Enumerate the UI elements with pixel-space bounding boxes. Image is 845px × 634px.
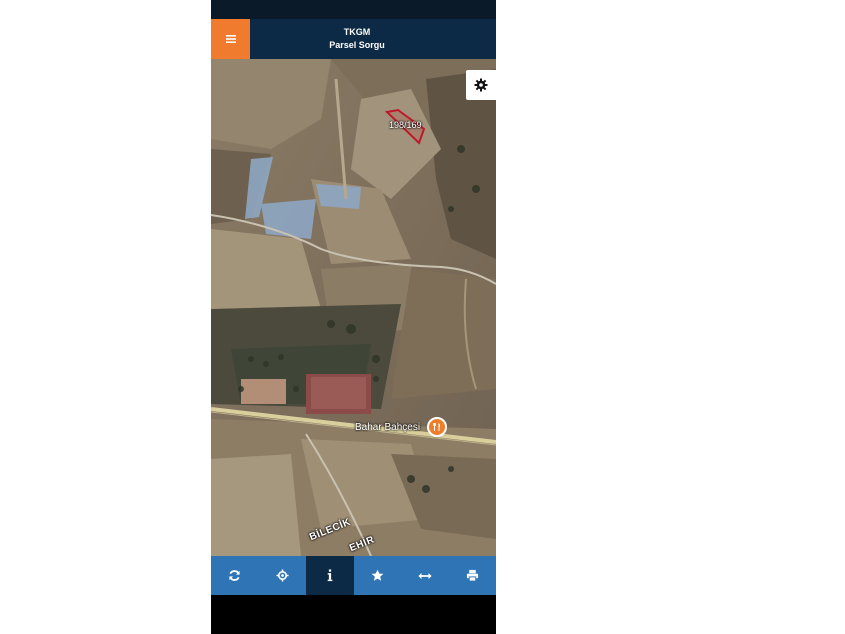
status-bar — [211, 0, 496, 19]
locate-button[interactable] — [259, 556, 307, 595]
system-navigation-bar — [211, 595, 496, 634]
app-title: TKGM — [343, 27, 371, 37]
info-button[interactable] — [306, 556, 354, 595]
hamburger-menu-icon — [225, 35, 236, 43]
measure-button[interactable] — [401, 556, 449, 595]
fork-knife-icon — [433, 423, 441, 431]
refresh-button[interactable] — [211, 556, 259, 595]
gear-icon — [474, 78, 488, 92]
satellite-imagery — [211, 59, 496, 556]
bottom-toolbar — [211, 556, 496, 595]
refresh-icon — [229, 570, 240, 581]
satellite-map[interactable]: 198/169 Bahar Bahçesi BİLECİK EHİR — [211, 59, 496, 556]
print-icon — [466, 569, 478, 582]
info-icon — [327, 569, 333, 582]
locate-icon — [276, 569, 289, 582]
poi-label[interactable]: Bahar Bahçesi — [355, 422, 420, 433]
restaurant-poi-icon[interactable] — [427, 417, 447, 437]
menu-button[interactable] — [211, 19, 250, 59]
phone-screen: TKGM Parsel Sorgu 198/169 Bahar Bahçesi … — [211, 0, 496, 634]
favorites-button[interactable] — [354, 556, 402, 595]
parcel-label[interactable]: 198/169 — [389, 120, 422, 130]
app-subtitle: Parsel Sorgu — [329, 40, 385, 50]
header-titles: TKGM Parsel Sorgu — [250, 19, 464, 59]
settings-button[interactable] — [466, 70, 496, 100]
measure-icon — [418, 572, 432, 579]
app-header: TKGM Parsel Sorgu — [211, 19, 496, 59]
star-icon — [371, 569, 384, 581]
print-button[interactable] — [449, 556, 497, 595]
